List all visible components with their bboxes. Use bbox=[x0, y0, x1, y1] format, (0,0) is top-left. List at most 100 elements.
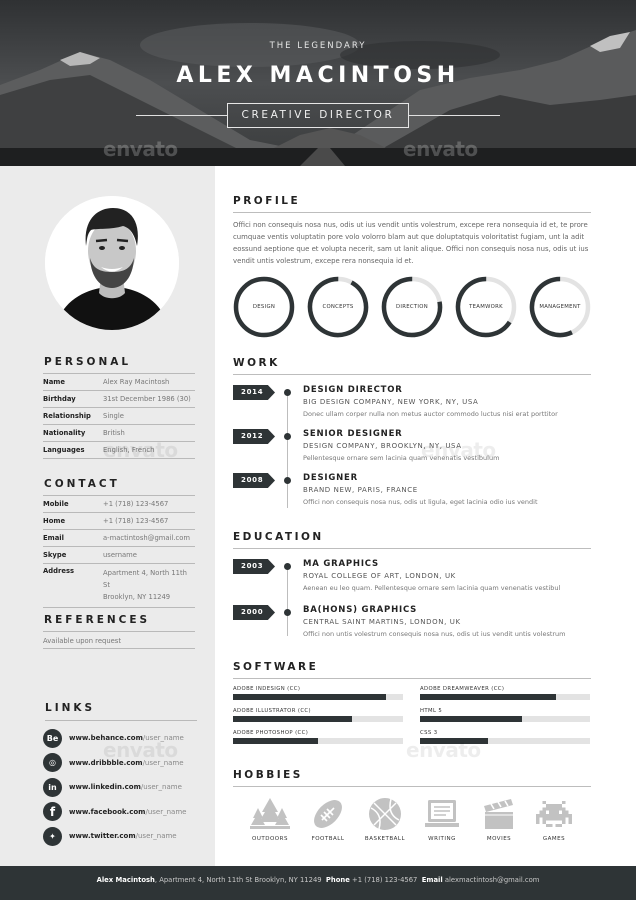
watermark: envato bbox=[103, 137, 178, 161]
footer-email-label: Email bbox=[421, 876, 443, 884]
hobby-label: MOVIES bbox=[486, 836, 512, 842]
footer-phone: +1 (718) 123-4567 bbox=[349, 876, 418, 884]
full-name: ALEX MACINTOSH bbox=[176, 63, 460, 88]
ring-label: CONCEPTS bbox=[322, 304, 354, 310]
row-label: Address bbox=[43, 567, 75, 575]
hobby-games: GAMES bbox=[524, 796, 584, 842]
work-item: 2008 DESIGNER BRAND NEW, PARIS, FRANCE Offi… bbox=[233, 473, 591, 517]
link-domain: www.twitter.com bbox=[69, 832, 136, 841]
footer-address: , Apartment 4, North 11th St Brooklyn, N… bbox=[154, 876, 322, 884]
work-item: 2012 SENIOR DESIGNER DESIGN COMPANY, BROOK… bbox=[233, 429, 591, 473]
ring-label: DIRECTION bbox=[396, 304, 428, 310]
job-org: BIG DESIGN COMPANY, NEW YORK, NY, USA bbox=[303, 398, 479, 406]
contact-row-address: Address Apartment 4, North 11th St Brookly… bbox=[43, 563, 195, 608]
job-title-box: CREATIVE DIRECTOR bbox=[227, 103, 409, 128]
trees-icon bbox=[250, 798, 290, 829]
link-facebook[interactable]: f www.facebook.com/user_name bbox=[43, 800, 197, 825]
link-linkedin[interactable]: in www.linkedin.com/user_name bbox=[43, 775, 197, 800]
timeline-dot bbox=[284, 609, 291, 616]
behance-icon: Be bbox=[43, 728, 62, 748]
skill-ring-concepts: CONCEPTS bbox=[307, 276, 369, 338]
work-timeline: 2014 DESIGN DIRECTOR BIG DESIGN COMPANY, N… bbox=[233, 385, 591, 517]
link-domain: www.linkedin.com bbox=[69, 783, 141, 792]
software-name: HTML 5 bbox=[420, 708, 443, 714]
watermark: envato bbox=[103, 438, 178, 462]
links-heading: LINKS bbox=[45, 702, 197, 721]
profile-text: Offici non consequis nosa nus, odis ut i… bbox=[233, 221, 589, 265]
dribbble-icon: ◎ bbox=[43, 753, 62, 773]
skill-ring-teamwork: TEAMWORK bbox=[455, 276, 517, 338]
timeline-dot bbox=[284, 477, 291, 484]
row-label: Relationship bbox=[43, 412, 91, 420]
software-name: ADOBE INDESIGN (CC) bbox=[233, 686, 301, 692]
timeline-dot bbox=[284, 433, 291, 440]
hobby-label: BASKETBALL bbox=[364, 836, 406, 842]
hobby-label: GAMES bbox=[542, 836, 566, 842]
contact-table: Mobile +1 (718) 123-4567 Home +1 (718) 123… bbox=[43, 495, 195, 608]
year-tag: 2008 bbox=[233, 473, 275, 488]
degree-title: BA(HONS) GRAPHICS bbox=[303, 605, 418, 615]
row-label: Nationality bbox=[43, 429, 86, 437]
link-user: /user_name bbox=[140, 783, 182, 792]
space-invader-icon bbox=[536, 800, 572, 828]
footer-bar: Alex Macintosh, Apartment 4, North 11th … bbox=[0, 866, 636, 900]
software-item: ADOBE ILLUSTRATOR (CC) bbox=[233, 708, 403, 722]
references-text: Available upon request bbox=[43, 631, 195, 649]
job-org: BRAND NEW, PARIS, FRANCE bbox=[303, 486, 418, 494]
row-label: Skype bbox=[43, 551, 67, 559]
footer-email: alexmactintosh@gmail.com bbox=[442, 876, 540, 884]
job-desc: Offici non consequis nosa nus, odis ut l… bbox=[303, 498, 538, 506]
laptop-icon bbox=[425, 800, 459, 827]
watermark: envato bbox=[421, 438, 496, 462]
timeline-dot bbox=[284, 389, 291, 396]
software-item: ADOBE PHOTOSHOP (CC) bbox=[233, 730, 403, 744]
link-user: /user_name bbox=[135, 832, 177, 841]
skill-rings: DESIGN CONCEPTS DIRECTION TEAMWORK MANAG… bbox=[233, 276, 591, 340]
job-title: SENIOR DESIGNER bbox=[303, 429, 403, 439]
row-value: Single bbox=[103, 412, 124, 420]
references-heading: REFERENCES bbox=[44, 614, 151, 626]
header-banner: THE LEGENDARY ALEX MACINTOSH CREATIVE DI… bbox=[0, 0, 636, 166]
skill-ring-direction: DIRECTION bbox=[381, 276, 443, 338]
personal-row-birthday: Birthday 31st December 1986 (30) bbox=[43, 390, 195, 407]
software-level-bar bbox=[420, 694, 556, 700]
twitter-icon: ✦ bbox=[43, 826, 62, 846]
tagline: THE LEGENDARY bbox=[269, 41, 367, 51]
divider-right bbox=[409, 115, 500, 116]
hobby-football: FOOTBALL bbox=[298, 796, 358, 842]
ring-label: DESIGN bbox=[252, 304, 276, 310]
education-heading: EDUCATION bbox=[233, 531, 591, 549]
row-label: Languages bbox=[43, 446, 85, 454]
address-line-1: Apartment 4, North 11th St bbox=[103, 569, 187, 589]
job-title: DESIGNER bbox=[303, 473, 358, 483]
facebook-icon: f bbox=[43, 802, 62, 822]
hobby-writing: WRITING bbox=[412, 796, 472, 842]
ring-label: TEAMWORK bbox=[469, 304, 503, 310]
skill-ring-design: DESIGN bbox=[233, 276, 295, 338]
software-heading: SOFTWARE bbox=[233, 661, 591, 679]
football-icon bbox=[314, 800, 342, 828]
software-track bbox=[420, 716, 590, 722]
degree-title: MA GRAPHICS bbox=[303, 559, 379, 569]
software-track bbox=[420, 694, 590, 700]
personal-row-name: Name Alex Ray Macintosh bbox=[43, 373, 195, 390]
row-label: Birthday bbox=[43, 395, 76, 403]
address-line-2: Brooklyn, NY 11249 bbox=[103, 593, 171, 601]
row-label: Name bbox=[43, 378, 65, 386]
work-item: 2014 DESIGN DIRECTOR BIG DESIGN COMPANY, N… bbox=[233, 385, 591, 429]
school-name: ROYAL COLLEGE OF ART, LONDON, UK bbox=[303, 572, 456, 580]
link-twitter[interactable]: ✦ www.twitter.com/user_name bbox=[43, 824, 197, 849]
row-label: Mobile bbox=[43, 500, 69, 508]
education-desc: Aenean eu leo quam. Pellentesque ornare … bbox=[303, 584, 561, 592]
avatar bbox=[45, 196, 179, 330]
footer-phone-label: Phone bbox=[325, 876, 350, 884]
row-value: username bbox=[103, 551, 137, 559]
profile-heading: PROFILE bbox=[233, 195, 591, 213]
education-desc: Offici non untis volestrum consequis nos… bbox=[303, 630, 566, 638]
contact-heading: CONTACT bbox=[44, 478, 120, 490]
work-heading: WORK bbox=[233, 357, 591, 375]
hobby-movies: MOVIES bbox=[469, 796, 529, 842]
software-item: HTML 5 bbox=[420, 708, 590, 722]
hobby-label: FOOTBALL bbox=[311, 836, 345, 842]
sidebar: PERSONAL Name Alex Ray Macintosh Birthday… bbox=[0, 166, 215, 866]
